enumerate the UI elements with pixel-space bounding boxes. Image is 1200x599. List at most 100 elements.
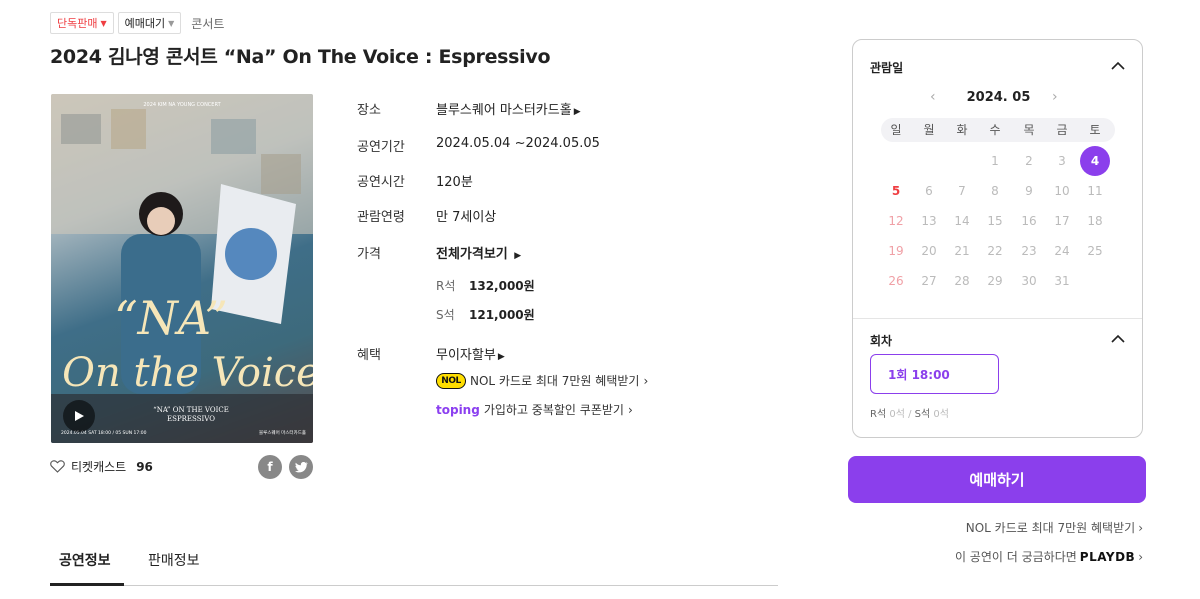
price-grade: S석 bbox=[436, 308, 455, 322]
runtime-label: 공연시간 bbox=[357, 175, 405, 190]
installment-label: 무이자할부 bbox=[436, 348, 496, 363]
session-option[interactable]: 1회 18:00 bbox=[870, 354, 999, 394]
calendar-day: 24 bbox=[1054, 244, 1070, 258]
booking-panel: 관람일 ‹ 2024. 05 › 일 월 화 수 목 금 토 1 2 3 4 5 6 7 8 9 10 11 12 1… bbox=[852, 39, 1143, 438]
calendar-day: 25 bbox=[1087, 244, 1103, 258]
calendar-day: 11 bbox=[1087, 184, 1103, 198]
weekday-label: 월 bbox=[923, 123, 935, 137]
tab-performance-info[interactable]: 공연정보 bbox=[59, 550, 111, 570]
nol-logo: NOL bbox=[436, 372, 466, 389]
date-section-title: 관람일 bbox=[870, 61, 904, 75]
calendar-day: 21 bbox=[954, 244, 970, 258]
price-label: 가격 bbox=[357, 247, 381, 262]
calendar-day: 30 bbox=[1021, 274, 1037, 288]
toping-benefit-link[interactable]: toping 가입하고 중복할인 쿠폰받기 › bbox=[436, 401, 633, 418]
period-row: 공연기간 2024.05.04 ~2024.05.05 bbox=[357, 136, 600, 155]
weekday-label: 수 bbox=[989, 123, 1001, 137]
calendar-day: 31 bbox=[1054, 274, 1070, 288]
age-row: 관람연령 만 7세이상 bbox=[357, 206, 496, 225]
favorite-label: 티켓캐스트 bbox=[71, 460, 127, 474]
calendar-day: 13 bbox=[921, 214, 937, 228]
venue-label: 장소 bbox=[357, 103, 381, 118]
calendar-day: 29 bbox=[987, 274, 1003, 288]
period-label: 공연기간 bbox=[357, 140, 405, 155]
toping-logo: toping bbox=[436, 402, 480, 417]
installment-link[interactable]: 무이자할부 ▶ bbox=[436, 344, 505, 363]
caret-down-icon: ▼ bbox=[100, 18, 107, 28]
calendar-day: 22 bbox=[987, 244, 1003, 258]
poster-venue: 블루스퀘어 마스터카드홀 bbox=[259, 429, 306, 436]
calendar-day: 20 bbox=[921, 244, 937, 258]
exclusive-tag[interactable]: 단독판매 ▼ bbox=[50, 12, 114, 34]
poster-subtitle2: ESPRESSIVO bbox=[167, 415, 215, 423]
playdb-link-text: 이 공연이 더 궁금하다면 bbox=[954, 550, 1077, 564]
chevron-up-icon[interactable] bbox=[1111, 334, 1125, 344]
r-seat-count: 0석 bbox=[889, 409, 905, 420]
venue-row: 장소 블루스퀘어 마스터카드홀 ▶ bbox=[357, 99, 581, 118]
price-item: S석 121,000원 bbox=[436, 306, 535, 323]
facebook-share-button[interactable]: f bbox=[258, 455, 282, 479]
remaining-seats: R석 0석 / S석 0석 bbox=[870, 405, 949, 420]
playdb-logo: PLAYDB bbox=[1079, 549, 1136, 564]
price-item: R석 132,000원 bbox=[436, 277, 535, 294]
benefit-row: 혜택 무이자할부 ▶ bbox=[357, 344, 505, 363]
calendar-day: 17 bbox=[1054, 214, 1070, 228]
waiting-tag[interactable]: 예매대기 ▼ bbox=[117, 12, 182, 34]
next-month-button[interactable]: › bbox=[1052, 89, 1058, 105]
ticketcast-favorite[interactable]: 티켓캐스트 96 bbox=[50, 458, 153, 475]
detail-tabs: 공연정보 판매정보 bbox=[50, 540, 778, 586]
poster-title-line2: On the Voice bbox=[62, 350, 313, 396]
poster-image[interactable]: 2024 KIM NA YOUNG CONCERT “NA” On the Vo… bbox=[51, 94, 313, 443]
poster-artwork: 2024 KIM NA YOUNG CONCERT “NA” On the Vo… bbox=[51, 94, 313, 443]
seat-separator: / bbox=[908, 409, 912, 420]
favorite-count: 96 bbox=[136, 459, 153, 474]
chevron-right-icon: › bbox=[1138, 520, 1143, 535]
calendar-day: 28 bbox=[954, 274, 970, 288]
calendar-day: 10 bbox=[1054, 184, 1070, 198]
chevron-right-icon: › bbox=[1138, 549, 1143, 564]
age-value: 만 7세이상 bbox=[436, 210, 497, 225]
caret-down-icon: ▼ bbox=[168, 18, 175, 28]
calendar-day: 1 bbox=[991, 154, 999, 168]
calendar-day: 3 bbox=[1058, 154, 1066, 168]
all-prices-link[interactable]: 전체가격보기 ▶ bbox=[436, 243, 521, 262]
waiting-tag-label: 예매대기 bbox=[124, 17, 166, 30]
runtime-row: 공연시간 120분 bbox=[357, 171, 473, 190]
calendar-day: 12 bbox=[888, 214, 904, 228]
calendar-day: 18 bbox=[1087, 214, 1103, 228]
price-grade: R석 bbox=[436, 279, 456, 293]
calendar-day-selected[interactable]: 4 bbox=[1080, 146, 1110, 176]
weekday-label: 일 bbox=[890, 123, 902, 137]
playdb-link[interactable]: 이 공연이 더 궁금하다면 PLAYDB › bbox=[955, 548, 1143, 565]
caret-right-icon: ▶ bbox=[497, 352, 505, 362]
venue-link[interactable]: 블루스퀘어 마스터카드홀 ▶ bbox=[436, 99, 581, 118]
calendar-day: 16 bbox=[1021, 214, 1037, 228]
nol-card-link[interactable]: NOL 카드로 최대 7만원 혜택받기 › bbox=[966, 519, 1143, 536]
session-section-title: 회차 bbox=[870, 334, 893, 348]
poster-title-line1: “NA” bbox=[114, 291, 228, 345]
calendar-day[interactable]: 5 bbox=[881, 176, 911, 206]
price-value: 132,000원 bbox=[469, 279, 535, 293]
runtime-value: 120분 bbox=[436, 175, 473, 190]
price-row: 가격 전체가격보기 ▶ bbox=[357, 243, 521, 262]
tab-sales-info[interactable]: 판매정보 bbox=[148, 550, 200, 570]
calendar-day: 7 bbox=[958, 184, 966, 198]
chevron-up-icon[interactable] bbox=[1111, 61, 1125, 71]
s-seat-label: S석 bbox=[914, 409, 931, 420]
poster-header-text: 2024 KIM NA YOUNG CONCERT bbox=[143, 102, 221, 108]
nol-benefit-link[interactable]: NOL NOL 카드로 최대 7만원 혜택받기 › bbox=[436, 372, 648, 389]
panel-divider bbox=[853, 318, 1142, 319]
calendar-day: 23 bbox=[1021, 244, 1037, 258]
calendar-day: 6 bbox=[925, 184, 933, 198]
benefit-label: 혜택 bbox=[357, 348, 381, 363]
toping-benefit-text: 가입하고 중복할인 쿠폰받기 bbox=[483, 403, 624, 417]
book-button[interactable]: 예매하기 bbox=[848, 456, 1146, 503]
page-title: 2024 김나영 콘서트 “Na” On The Voice : Espress… bbox=[50, 46, 551, 68]
play-video-button[interactable] bbox=[63, 400, 95, 432]
s-seat-count: 0석 bbox=[933, 409, 949, 420]
facebook-icon: f bbox=[267, 460, 273, 474]
heart-icon bbox=[50, 460, 65, 473]
calendar-month: 2024. 05 bbox=[966, 90, 1031, 105]
twitter-share-button[interactable] bbox=[289, 455, 313, 479]
calendar-day: 2 bbox=[1025, 154, 1033, 168]
